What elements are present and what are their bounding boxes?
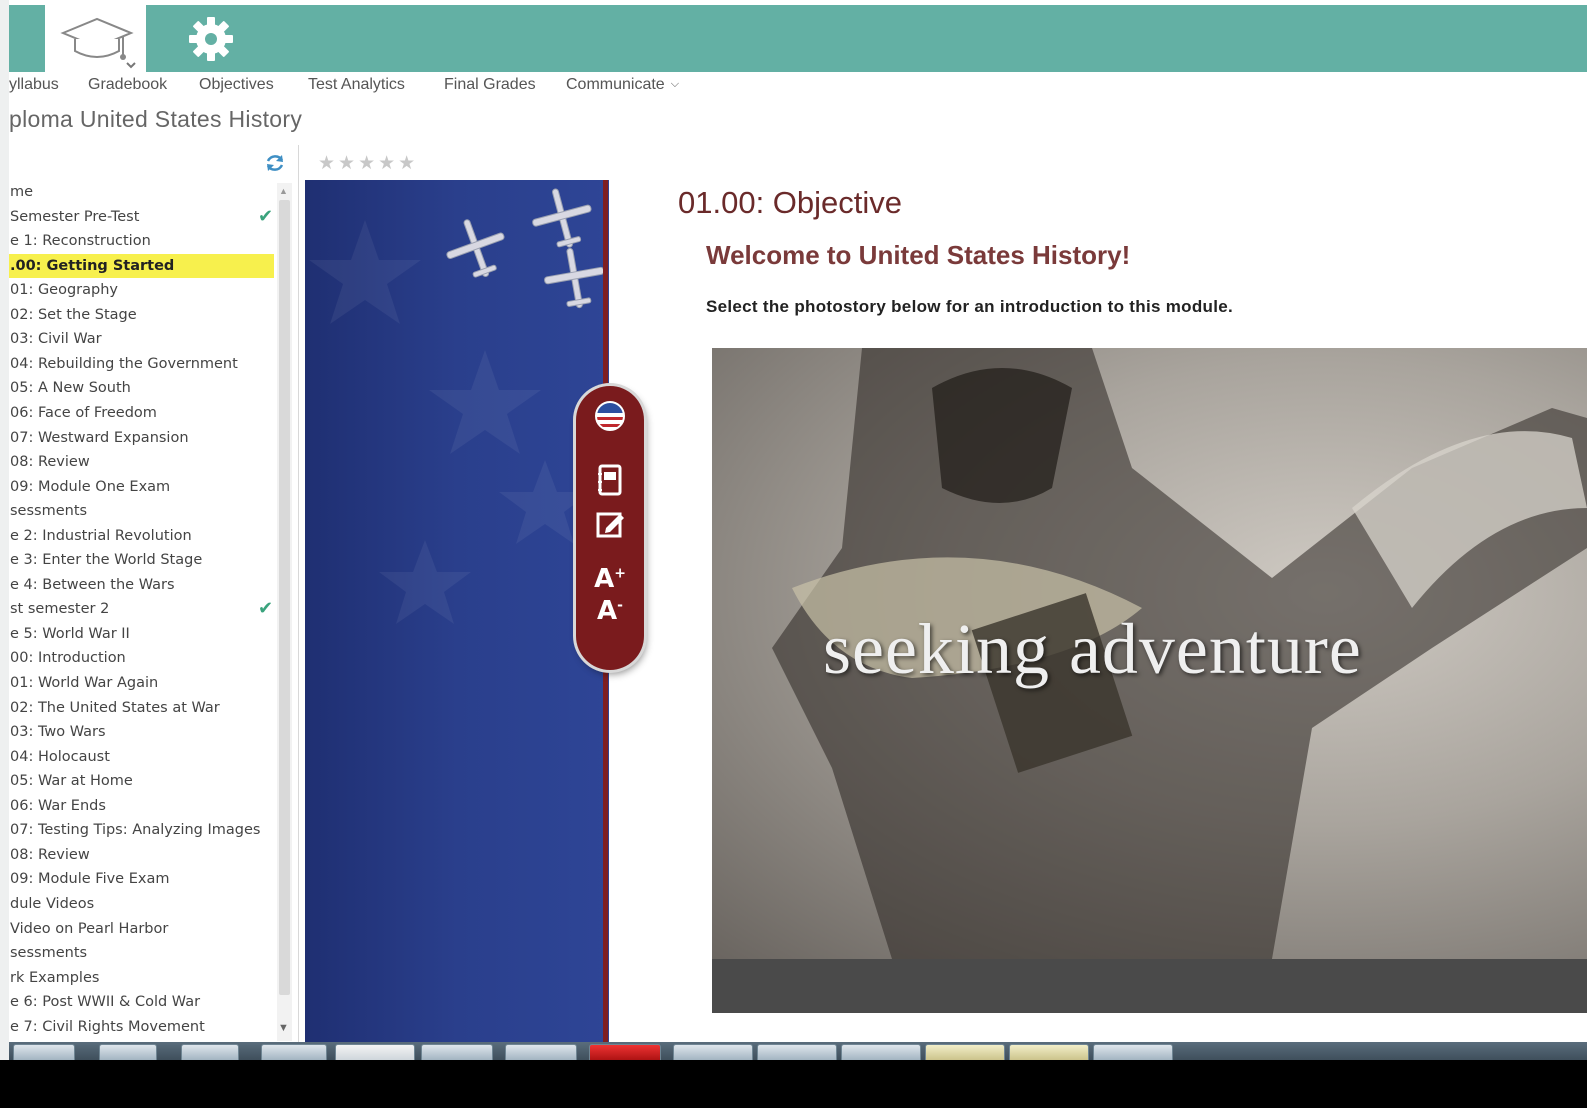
outline-item[interactable]: e 5: World War II [9, 622, 274, 646]
flag-icon[interactable] [576, 400, 644, 437]
outline-item[interactable]: e 6: Post WWII & Cold War [9, 990, 274, 1014]
outline-item[interactable]: me [9, 180, 274, 204]
outline-item[interactable]: sessments [9, 941, 274, 965]
banner-artwork [309, 188, 605, 624]
outline-item[interactable]: dule Videos [9, 892, 274, 916]
outline-item[interactable]: 05: A New South [9, 376, 274, 400]
outline-scrollbar-thumb[interactable] [279, 200, 290, 995]
nav-test-analytics[interactable]: Test Analytics [308, 76, 405, 94]
outline-item[interactable]: 01: World War Again [9, 671, 274, 695]
outline-item[interactable]: Video on Pearl Harbor [9, 917, 274, 941]
page-title: 01.00: Objective [678, 185, 903, 220]
outline-item[interactable]: 05: War at Home [9, 769, 274, 793]
course-title: ploma United States History [9, 106, 303, 132]
nav-gradebook[interactable]: Gradebook [88, 76, 167, 94]
outline-item[interactable]: 09: Module Five Exam [9, 867, 274, 891]
outline-item[interactable]: st semester 2 [9, 597, 274, 621]
checkmark-icon: ✔ [258, 598, 274, 619]
outline-item[interactable]: rk Examples [9, 966, 274, 990]
os-taskbar [9, 1042, 1587, 1062]
outline-item[interactable]: e 2: Industrial Revolution [9, 524, 274, 548]
outline-item[interactable]: 01: Geography [9, 278, 274, 302]
gear-icon[interactable] [186, 14, 236, 64]
screen-bezel [0, 1060, 1587, 1108]
font-increase-icon[interactable]: A+ [576, 564, 644, 594]
outline-item[interactable]: 08: Review [9, 843, 274, 867]
outline-item[interactable]: 04: Rebuilding the Government [9, 352, 274, 376]
outline-item[interactable]: 03: Two Wars [9, 720, 274, 744]
outline-item[interactable]: sessments [9, 499, 274, 523]
lesson-toolbar: A+ A- [576, 386, 644, 670]
outline-item[interactable]: 07: Testing Tips: Analyzing Images [9, 818, 274, 842]
outline-item[interactable]: e 7: Civil Rights Movement [9, 1015, 274, 1039]
chevron-down-icon: ⌵ [670, 78, 680, 90]
outline-item[interactable]: 06: War Ends [9, 794, 274, 818]
scroll-up-icon[interactable]: ▲ [279, 186, 288, 196]
lesson-banner [305, 180, 609, 1042]
outline-item[interactable]: 00: Introduction [9, 646, 274, 670]
scroll-down-icon[interactable]: ▼ [278, 1022, 289, 1034]
photostory-caption: seeking adventure [823, 609, 1362, 689]
outline-item[interactable]: 02: Set the Stage [9, 303, 274, 327]
outline-item[interactable]: .00: Getting Started [9, 254, 274, 278]
notebook-icon[interactable] [576, 464, 644, 503]
edit-note-icon[interactable] [576, 508, 644, 545]
outline-item[interactable]: 06: Face of Freedom [9, 401, 274, 425]
nav-communicate-label: Communicate [566, 76, 665, 93]
home-tab[interactable] [45, 5, 146, 72]
outline-item[interactable]: 08: Review [9, 450, 274, 474]
refresh-icon[interactable] [264, 152, 286, 174]
nav-communicate[interactable]: Communicate ⌵ [566, 76, 679, 94]
welcome-heading: Welcome to United States History! [706, 240, 1131, 270]
course-nav: yllabus Gradebook Objectives Test Analyt… [9, 76, 1009, 98]
outline-item[interactable]: Semester Pre-Test [9, 205, 274, 229]
nav-objectives[interactable]: Objectives [199, 76, 274, 94]
outline-item[interactable]: e 4: Between the Wars [9, 573, 274, 597]
outline-item[interactable]: e 1: Reconstruction [9, 229, 274, 253]
top-bar [9, 5, 1587, 72]
outline-item[interactable]: 03: Civil War [9, 327, 274, 351]
outline-item[interactable]: 04: Holocaust [9, 745, 274, 769]
nav-final-grades[interactable]: Final Grades [444, 76, 536, 94]
outline-item[interactable]: 02: The United States at War [9, 696, 274, 720]
photostory-controls[interactable] [712, 959, 1587, 1013]
font-decrease-icon[interactable]: A- [576, 596, 644, 626]
outline-item[interactable]: 09: Module One Exam [9, 475, 274, 499]
course-outline: me Semester Pre-Test ✔ e 1: Reconstruction.… [9, 180, 274, 1042]
panel-divider [298, 145, 299, 1045]
outline-item[interactable]: e 3: Enter the World Stage [9, 548, 274, 572]
checkmark-icon: ✔ [258, 206, 274, 227]
nav-syllabus[interactable]: yllabus [9, 76, 59, 94]
outline-item[interactable]: 07: Westward Expansion [9, 426, 274, 450]
instruction-text: Select the photostory below for an intro… [706, 297, 1234, 316]
window-frame [0, 0, 9, 1108]
rating-stars[interactable]: ★★★★★ [318, 152, 418, 175]
graduation-cap-icon [60, 17, 136, 69]
